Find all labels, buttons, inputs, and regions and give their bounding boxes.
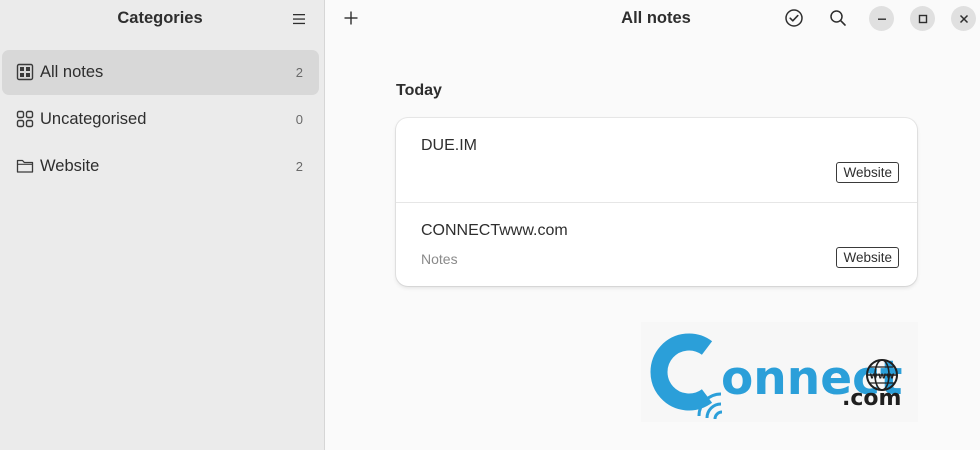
category-label: Uncategorised <box>40 110 147 128</box>
category-item-website[interactable]: Website 2 <box>2 144 319 189</box>
minimize-icon <box>877 18 886 20</box>
maximize-icon <box>918 14 927 23</box>
main-content: All notes Today DUE.IM Website CONNECTww… <box>326 0 980 450</box>
connect-logo: onnect www .com <box>650 333 902 420</box>
search-button[interactable] <box>826 6 850 30</box>
close-button[interactable] <box>951 6 976 31</box>
category-count: 2 <box>295 65 303 80</box>
add-note-button[interactable] <box>340 7 362 29</box>
search-icon <box>830 10 846 26</box>
category-count: 2 <box>295 159 303 174</box>
category-label: All notes <box>40 63 104 81</box>
notes-list: DUE.IM Website CONNECTwww.com Notes Webs… <box>396 118 917 286</box>
logo-com-text: .com <box>842 386 901 411</box>
section-title: Today <box>396 82 442 99</box>
page-title: All notes <box>621 9 691 27</box>
maximize-button[interactable] <box>910 6 935 31</box>
folder-icon <box>16 159 34 173</box>
note-item[interactable]: CONNECTwww.com Notes Website <box>396 202 917 286</box>
all-notes-icon <box>16 63 34 81</box>
close-icon <box>959 14 968 23</box>
connect-logo-watermark: onnect www .com <box>641 322 918 422</box>
note-title: DUE.IM <box>421 137 477 154</box>
note-category-badge: Website <box>836 162 899 183</box>
category-count: 0 <box>295 112 303 127</box>
hamburger-menu-button[interactable] <box>288 8 310 30</box>
checkmark-circle-icon <box>785 9 803 27</box>
plus-icon <box>344 11 358 25</box>
note-category-badge: Website <box>836 247 899 268</box>
note-subtitle: Notes <box>421 251 458 267</box>
sidebar-header: Categories <box>0 0 324 37</box>
select-mode-button[interactable] <box>782 6 806 30</box>
note-item[interactable]: DUE.IM Website <box>396 118 917 202</box>
category-label: Website <box>40 157 100 175</box>
grid-icon <box>16 110 34 128</box>
category-item-uncategorised[interactable]: Uncategorised 0 <box>2 97 319 142</box>
note-title: CONNECTwww.com <box>421 222 568 239</box>
category-item-all-notes[interactable]: All notes 2 <box>2 50 319 95</box>
hamburger-menu-icon <box>293 14 305 25</box>
category-list: All notes 2 Uncategorised 0 Website 2 <box>0 50 325 191</box>
sidebar-title: Categories <box>117 9 203 27</box>
sidebar: Categories All notes 2 Uncategorised 0 W… <box>0 0 325 450</box>
logo-www-text: www <box>870 372 895 382</box>
minimize-button[interactable] <box>869 6 894 31</box>
